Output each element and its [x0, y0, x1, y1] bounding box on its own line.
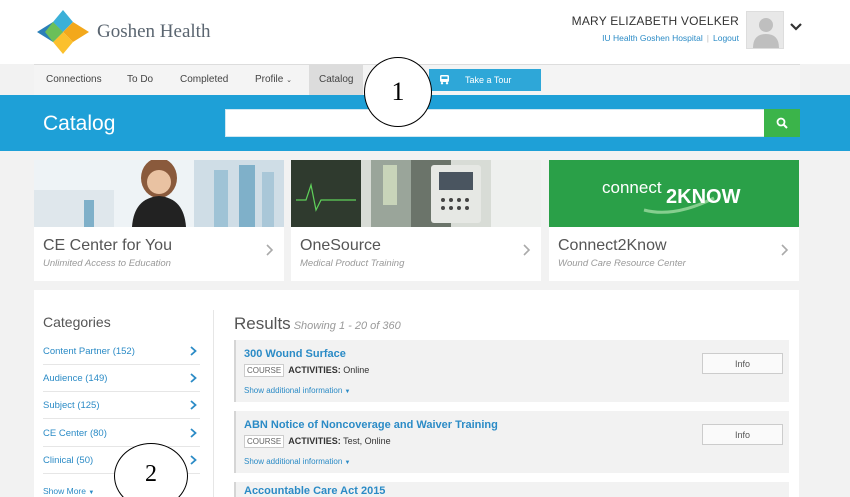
take-tour-label: Take a Tour [465, 75, 512, 85]
category-label: Content Partner (152) [43, 346, 135, 357]
category-label: Subject (125) [43, 400, 100, 411]
nav-profile-label: Profile [255, 74, 284, 85]
category-item[interactable]: CE Center (80) [43, 420, 200, 447]
avatar[interactable] [746, 11, 784, 49]
connect2know-banner: connect 2KNOW [549, 160, 799, 227]
categories-heading: Categories [43, 314, 111, 330]
logo-text: Goshen Health [97, 21, 211, 42]
results-heading: Results Showing 1 - 20 of 360 [234, 314, 401, 334]
result-item: Accountable Care Act 2015 [234, 482, 789, 497]
category-label: Audience (149) [43, 373, 108, 384]
result-title[interactable]: ABN Notice of Noncoverage and Waiver Tra… [244, 419, 498, 431]
results-title: Results [234, 314, 291, 333]
take-tour-button[interactable]: Take a Tour [429, 69, 541, 91]
tile-ce-center[interactable]: CE Center for You Unlimited Access to Ed… [34, 160, 284, 281]
category-item[interactable]: Subject (125) [43, 392, 200, 419]
banner-main: 2KNOW [666, 186, 741, 208]
nav-completed[interactable]: Completed [180, 74, 228, 85]
results-count: Showing 1 - 20 of 360 [293, 320, 401, 332]
onesource-photo [291, 160, 541, 227]
chevron-right-icon [190, 373, 197, 383]
bus-icon [440, 75, 449, 85]
result-meta: COURSE ACTIVITIES: Test, Online [244, 435, 391, 448]
tile-title: OneSource [300, 237, 381, 254]
tile-subtitle: Medical Product Training [300, 258, 405, 269]
page-title: Catalog [43, 112, 116, 135]
caret-down-icon: ▼ [88, 490, 95, 496]
banner-prefix: connect [602, 178, 662, 197]
user-name: MARY ELIZABETH VOELKER [571, 14, 739, 28]
logout-link[interactable]: Logout [713, 33, 739, 43]
category-item[interactable]: Content Partner (152) [43, 338, 200, 365]
goshen-logo-icon[interactable] [37, 10, 89, 54]
tile-subtitle: Unlimited Access to Education [43, 258, 171, 269]
tile-connect2know[interactable]: connect 2KNOW Connect2Know Wound Care Re… [549, 160, 799, 281]
app-header: Goshen Health MARY ELIZABETH VOELKER IU … [0, 0, 850, 64]
column-divider [213, 310, 214, 497]
callout-marker: 1 [364, 57, 432, 127]
search-input[interactable] [225, 109, 765, 137]
chevron-down-icon[interactable] [790, 22, 802, 32]
tile-title: CE Center for You [43, 237, 172, 254]
info-button[interactable]: Info [702, 424, 783, 445]
chevron-right-icon [190, 428, 197, 438]
tile-title: Connect2Know [558, 237, 667, 254]
show-additional-link[interactable]: Show additional information ▼ [244, 386, 350, 395]
result-title[interactable]: 300 Wound Surface [244, 348, 346, 360]
nav-connections[interactable]: Connections [46, 74, 102, 85]
info-button[interactable]: Info [702, 353, 783, 374]
type-badge: COURSE [244, 435, 285, 448]
chevron-right-icon [190, 400, 197, 410]
show-additional-link[interactable]: Show additional information ▼ [244, 457, 350, 466]
caret-down-icon: ▼ [344, 460, 351, 466]
org-link[interactable]: IU Health Goshen Hospital [602, 33, 703, 43]
user-avatar-icon [753, 18, 779, 48]
user-links: IU Health Goshen Hospital | Logout [602, 33, 739, 43]
activities-label: ACTIVITIES: [288, 365, 341, 375]
show-more-link[interactable]: Show More ▼ [43, 486, 94, 496]
activities-value: Test, Online [343, 436, 391, 446]
search-icon [776, 117, 788, 129]
ce-center-photo [34, 160, 284, 227]
result-meta: COURSE ACTIVITIES: Online [244, 364, 370, 377]
activities-value: Online [343, 365, 370, 375]
nav-todo[interactable]: To Do [127, 74, 153, 85]
chevron-down-icon: ⌄ [286, 77, 293, 84]
show-more-label: Show More [43, 486, 86, 496]
activities-label: ACTIVITIES: [288, 436, 341, 446]
result-item: ABN Notice of Noncoverage and Waiver Tra… [234, 411, 789, 473]
category-label: Clinical (50) [43, 455, 94, 466]
chevron-right-icon [523, 244, 531, 256]
nav-profile[interactable]: Profile ⌄ [255, 74, 292, 85]
tile-subtitle: Wound Care Resource Center [558, 258, 686, 269]
category-label: CE Center (80) [43, 428, 107, 439]
result-item: 300 Wound Surface COURSE ACTIVITIES: Onli… [234, 340, 789, 402]
chevron-right-icon [781, 244, 789, 256]
result-title[interactable]: Accountable Care Act 2015 [244, 485, 385, 497]
type-badge: COURSE [244, 364, 285, 377]
chevron-right-icon [266, 244, 274, 256]
chevron-right-icon [190, 346, 197, 356]
category-item[interactable]: Audience (149) [43, 365, 200, 392]
search-button[interactable] [764, 109, 800, 137]
tile-onesource[interactable]: OneSource Medical Product Training [291, 160, 541, 281]
caret-down-icon: ▼ [344, 389, 351, 395]
show-additional-label: Show additional information [244, 457, 343, 466]
chevron-right-icon [190, 455, 197, 465]
show-additional-label: Show additional information [244, 386, 343, 395]
nav-catalog[interactable]: Catalog [309, 65, 364, 96]
